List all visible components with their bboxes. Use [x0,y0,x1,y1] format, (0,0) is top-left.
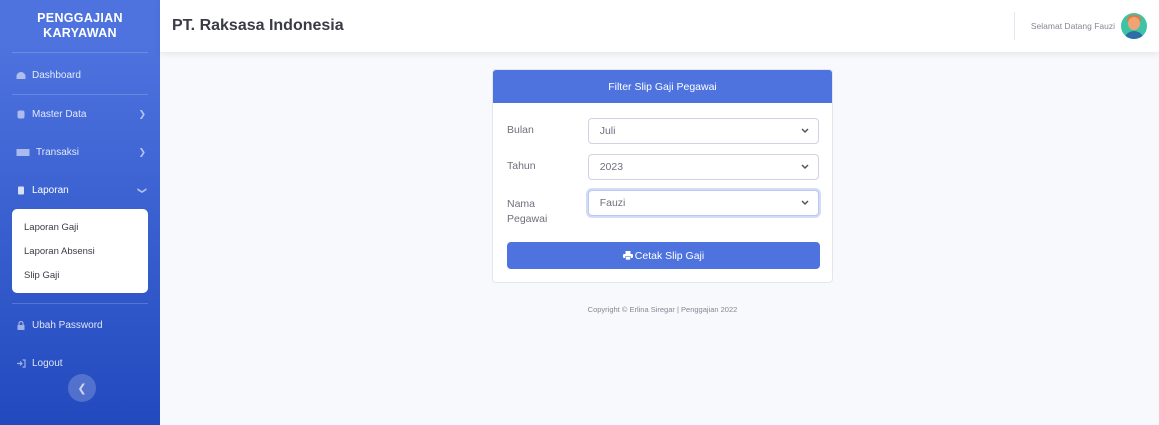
form-row-tahun: Tahun 2023 [507,154,819,180]
chevron-down-icon [801,196,809,212]
sidebar-divider [12,52,148,53]
user-dropdown[interactable]: Selamat Datang Fauzi [1013,12,1147,40]
sidebar-item-label: Transaksi [36,146,79,158]
tahun-label: Tahun [507,160,536,172]
chevron-right-icon: ❯ [138,146,146,157]
form-row-nama-pegawai: Nama Pegawai Fauzi [507,190,819,227]
chevron-down-icon: ❯ [137,186,148,194]
cetak-slip-gaji-label: Cetak Slip Gaji [634,249,705,262]
sidebar-item-label: Master Data [32,108,87,120]
bulan-value: Juli [599,125,616,137]
dashboard-icon [16,71,26,80]
sidebar-item-label: Logout [32,357,63,369]
laporan-submenu: Laporan Gaji Laporan Absensi Slip Gaji [12,209,148,293]
sidebar-item-transaksi[interactable]: Transaksi ❯ [0,133,160,171]
lock-icon [16,320,26,330]
sidebar-item-laporan[interactable]: Laporan ❯ [0,171,160,209]
sidebar-item-label: Laporan [32,184,69,196]
tahun-select[interactable]: 2023 [587,154,819,180]
bulan-label: Bulan [507,124,534,136]
tahun-value: 2023 [599,161,624,173]
user-greeting: Selamat Datang Fauzi [1030,21,1115,31]
footer-copyright: Copyright © Erlina Siregar | Penggajian … [587,305,738,314]
chevron-left-icon: ❮ [77,382,87,395]
nama-label-line-1: Nama [507,198,536,210]
sidebar-item-label: Dashboard [32,69,81,81]
filter-card: Filter Slip Gaji Pegawai Bulan Juli Tahu… [492,69,833,283]
form-row-bulan: Bulan Juli [507,118,819,144]
sidebar-toggle-button[interactable]: ❮ [68,374,96,402]
card-title: Filter Slip Gaji Pegawai [493,70,832,103]
nama-pegawai-label: Nama Pegawai [507,190,588,227]
money-icon [16,148,30,157]
nama-pegawai-select[interactable]: Fauzi [587,190,819,216]
submenu-item-laporan-gaji[interactable]: Laporan Gaji [12,215,148,239]
brand-line-2: KARYAWAN [43,26,117,40]
sidebar-divider [12,303,148,304]
company-title: PT. Raksasa Indonesia [172,17,344,34]
brand-line-1: PENGGAJIAN [37,11,123,25]
cetak-slip-gaji-button[interactable]: Cetak Slip Gaji [507,242,820,269]
logout-icon [16,358,26,368]
avatar [1121,13,1147,39]
sidebar-item-label: Ubah Password [32,319,103,331]
sidebar-item-dashboard[interactable]: Dashboard [0,56,160,94]
copy-icon [16,186,26,195]
chevron-right-icon: ❯ [138,108,146,119]
nama-pegawai-value: Fauzi [599,197,626,209]
print-icon [622,251,633,261]
topbar: PT. Raksasa Indonesia Selamat Datang Fau… [160,0,1159,52]
sidebar: PENGGAJIAN KARYAWAN Dashboard Master Dat… [0,0,160,425]
sidebar-item-ubah-password[interactable]: Ubah Password [0,306,160,344]
chevron-down-icon [801,124,809,140]
nama-label-line-2: Pegawai [507,213,548,225]
chevron-down-icon [801,160,809,176]
sidebar-brand[interactable]: PENGGAJIAN KARYAWAN [0,0,160,52]
database-icon [16,110,26,119]
sidebar-item-master-data[interactable]: Master Data ❯ [0,95,160,133]
submenu-item-slip-gaji[interactable]: Slip Gaji [12,263,148,287]
bulan-select[interactable]: Juli [587,118,819,144]
submenu-item-laporan-absensi[interactable]: Laporan Absensi [12,239,148,263]
